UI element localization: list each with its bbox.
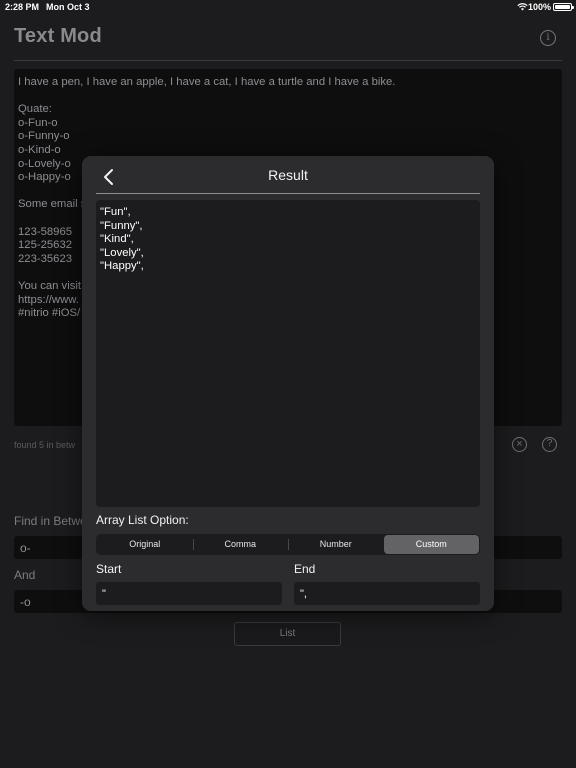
- list-button[interactable]: List: [234, 622, 341, 646]
- modal-divider: [96, 193, 480, 194]
- segment-comma[interactable]: Comma: [192, 535, 289, 554]
- status-time: 2:28 PM: [5, 2, 40, 12]
- segment-original[interactable]: Original: [97, 535, 193, 554]
- end-label: End: [294, 562, 316, 576]
- result-line: "Lovely",: [100, 246, 144, 259]
- title-divider: [14, 60, 562, 61]
- info-icon[interactable]: i: [540, 30, 556, 46]
- editor-line: Quate:: [18, 103, 52, 116]
- segment-custom[interactable]: Custom: [383, 535, 479, 554]
- result-textview[interactable]: "Fun", "Funny", "Kind", "Lovely", "Happy",: [96, 200, 480, 507]
- end-input[interactable]: ",: [294, 582, 480, 605]
- result-line: "Happy",: [100, 260, 144, 273]
- result-modal: Result "Fun", "Funny", "Kind", "Lovely", "Ha…: [82, 156, 494, 611]
- result-line: "Fun",: [100, 206, 131, 218]
- array-option-segmented-control[interactable]: Original Comma Number Custom: [96, 534, 480, 555]
- wifi-icon: [517, 3, 528, 11]
- start-label: Start: [96, 562, 122, 576]
- battery-icon: [553, 3, 574, 11]
- clear-icon[interactable]: ×: [512, 437, 527, 452]
- result-line: "Kind",: [100, 233, 134, 246]
- array-option-label: Array List Option:: [96, 513, 189, 527]
- help-icon[interactable]: ?: [542, 437, 557, 452]
- status-date: Mon Oct 3: [46, 2, 90, 12]
- editor-line: o-Funny-o: [18, 130, 70, 143]
- editor-line: o-Fun-o: [18, 116, 58, 129]
- status-bar: 2:28 PM Mon Oct 3 100%: [0, 0, 576, 14]
- editor-line: I have a pen, I have an apple, I have a …: [18, 76, 396, 88]
- segment-number[interactable]: Number: [288, 535, 384, 554]
- start-input[interactable]: ": [96, 582, 282, 605]
- modal-title: Result: [268, 167, 308, 183]
- battery-percent: 100%: [527, 2, 551, 12]
- app-title: Text Mod: [14, 25, 102, 47]
- and-label: And: [14, 568, 36, 582]
- find-between-label: Find in Betwe: [14, 514, 87, 528]
- found-count-text: found 5 in betw: [14, 440, 76, 450]
- result-line: "Funny",: [100, 219, 143, 232]
